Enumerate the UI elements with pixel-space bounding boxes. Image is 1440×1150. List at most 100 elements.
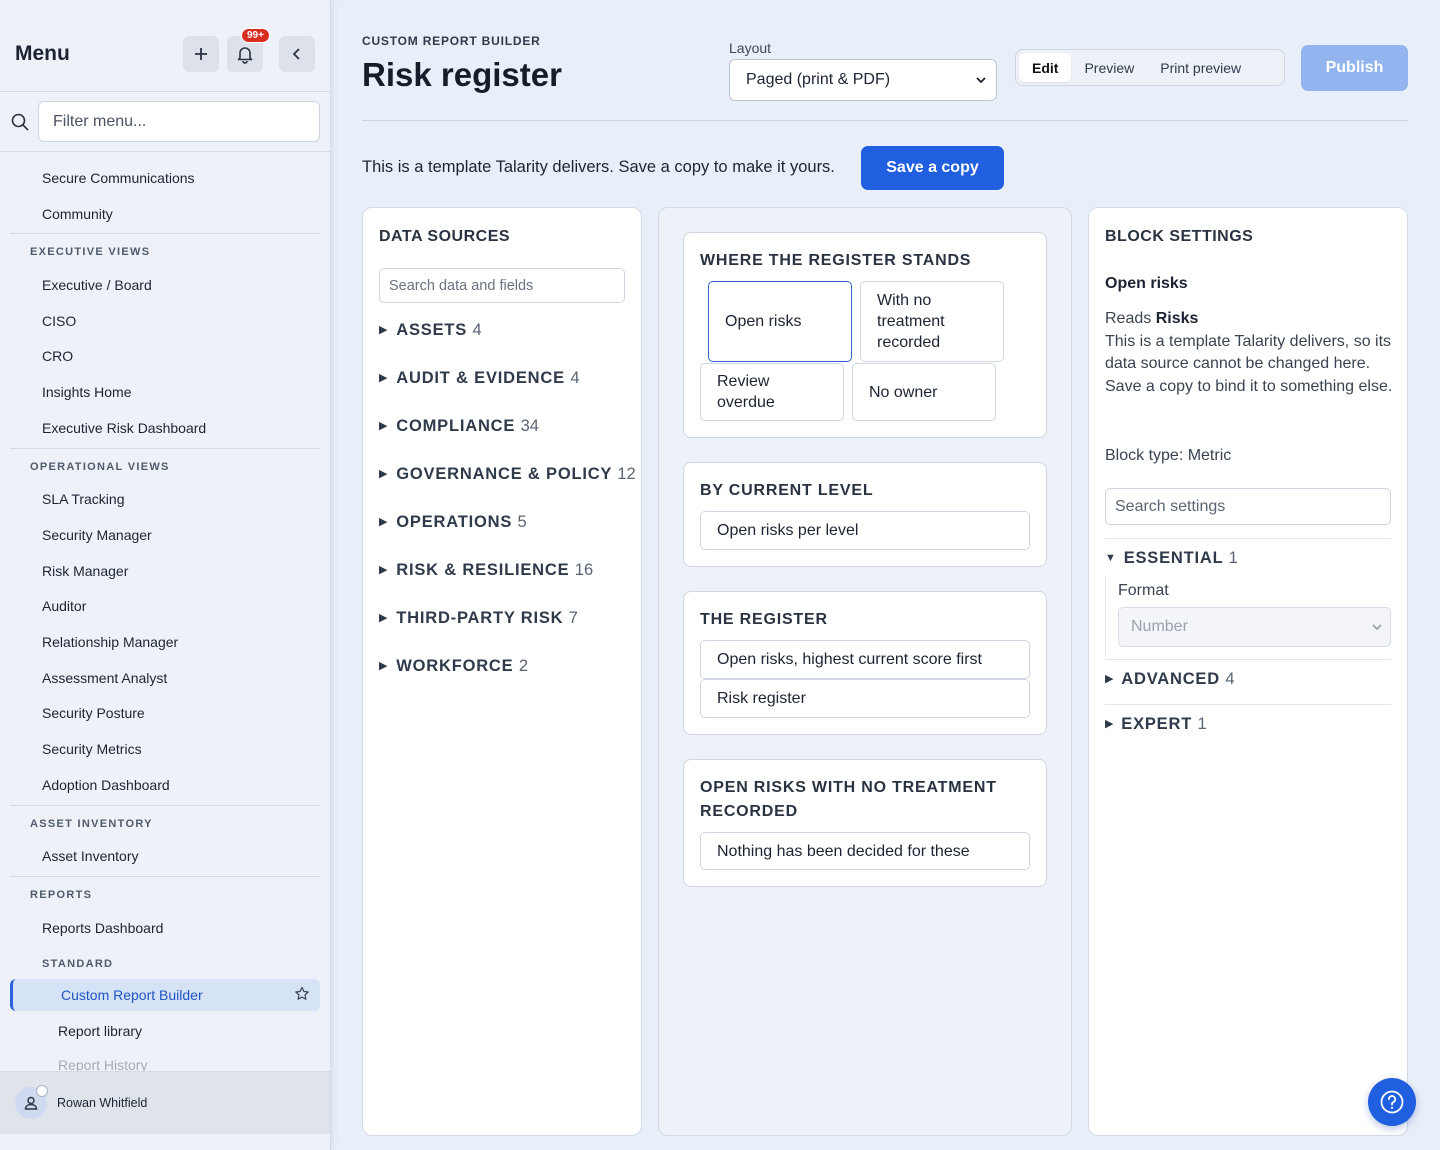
sidebar-item-label: Custom Report Builder <box>61 987 203 1003</box>
search-settings-input[interactable] <box>1105 488 1391 525</box>
data-group-count: 2 <box>518 657 529 675</box>
bell-icon <box>237 47 253 64</box>
block-settings-title: BLOCK SETTINGS <box>1105 228 1254 245</box>
data-group-count: 4 <box>472 321 482 339</box>
block-no-treatment[interactable]: With no treatment recorded <box>860 281 1004 362</box>
sidebar-item-security-posture[interactable]: Security Posture <box>42 705 145 721</box>
section-title: WHERE THE REGISTER STANDS <box>700 252 972 269</box>
block-nothing-decided[interactable]: Nothing has been decided for these <box>700 832 1030 870</box>
sidebar-item-cro[interactable]: CRO <box>42 348 73 364</box>
format-select[interactable]: Number <box>1118 607 1391 647</box>
data-group-risk-resilience[interactable]: ▶ RISK & RESILIENCE 16 <box>379 561 593 580</box>
data-sources-title: DATA SOURCES <box>379 228 511 245</box>
canvas-section[interactable]: BY CURRENT LEVEL Open risks per level <box>683 462 1047 567</box>
template-notice: This is a template Talarity delivers. Sa… <box>362 158 835 176</box>
canvas-section[interactable]: OPEN RISKS WITH NO TREATMENT RECORDED No… <box>683 759 1047 887</box>
nav-section-executive-views: EXECUTIVE VIEWS <box>30 246 151 258</box>
sidebar-item-relationship-manager[interactable]: Relationship Manager <box>42 634 178 650</box>
sidebar-item-executive-board[interactable]: Executive / Board <box>42 277 152 293</box>
section-title: OPEN RISKS WITH NO TREATMENT RECORDED <box>700 779 997 820</box>
sidebar-item-sla-tracking[interactable]: SLA Tracking <box>42 491 125 507</box>
expand-icon: ▶ <box>379 372 389 384</box>
data-group-operations[interactable]: ▶ OPERATIONS 5 <box>379 513 527 532</box>
notification-badge: 99+ <box>241 28 270 43</box>
star-icon[interactable] <box>294 986 310 1002</box>
sidebar-item-custom-report-builder[interactable]: Custom Report Builder <box>10 979 320 1011</box>
tab-preview[interactable]: Preview <box>1071 53 1147 82</box>
settings-group-count: 1 <box>1228 549 1238 567</box>
report-canvas: WHERE THE REGISTER STANDS Open risks Wit… <box>658 207 1072 1136</box>
block-risk-register[interactable]: Risk register <box>700 679 1030 718</box>
sidebar-item-auditor[interactable]: Auditor <box>42 598 86 614</box>
tab-print-preview[interactable]: Print preview <box>1147 53 1254 82</box>
sidebar-item-security-manager[interactable]: Security Manager <box>42 527 152 543</box>
data-group-assets[interactable]: ▶ ASSETS 4 <box>379 321 482 340</box>
data-group-third-party-risk[interactable]: ▶ THIRD-PARTY RISK 7 <box>379 609 578 628</box>
help-button[interactable] <box>1368 1078 1416 1126</box>
data-group-count: 34 <box>520 417 539 435</box>
sidebar-item-report-library[interactable]: Report library <box>58 1023 142 1039</box>
block-no-owner[interactable]: No owner <box>852 363 996 421</box>
expand-icon: ▶ <box>1105 718 1115 730</box>
block-open-risks-highest-score[interactable]: Open risks, highest current score first <box>700 640 1030 679</box>
data-group-compliance[interactable]: ▶ COMPLIANCE 34 <box>379 417 539 436</box>
sidebar-nav: Secure Communications Community EXECUTIV… <box>0 152 330 1071</box>
save-copy-button[interactable]: Save a copy <box>861 146 1004 190</box>
layout-select[interactable]: Paged (print & PDF) <box>729 59 997 101</box>
user-icon <box>24 1096 38 1110</box>
section-title: BY CURRENT LEVEL <box>700 482 874 499</box>
data-group-name: COMPLIANCE <box>396 417 516 435</box>
layout-label: Layout <box>729 40 772 56</box>
sidebar-search <box>0 92 330 152</box>
settings-group-expert[interactable]: ▶ EXPERT 1 <box>1105 715 1207 734</box>
nav-divider <box>10 448 320 449</box>
sidebar-item-adoption-dashboard[interactable]: Adoption Dashboard <box>42 777 170 793</box>
block-open-risks[interactable]: Open risks <box>708 281 852 362</box>
mode-switcher: Edit Preview Print preview <box>1015 49 1285 86</box>
collapse-sidebar-button[interactable] <box>279 36 315 72</box>
collapse-icon: ▼ <box>1105 552 1117 564</box>
settings-divider <box>1105 538 1391 539</box>
sidebar-item-reports-dashboard[interactable]: Reports Dashboard <box>42 920 163 936</box>
data-search-input[interactable] <box>379 268 625 303</box>
nav-divider <box>10 876 320 877</box>
data-group-workforce[interactable]: ▶ WORKFORCE 2 <box>379 657 528 676</box>
block-review-overdue[interactable]: Review overdue <box>700 363 844 421</box>
data-group-name: OPERATIONS <box>396 513 513 531</box>
header-divider <box>362 120 1408 121</box>
filter-menu-input[interactable] <box>38 101 320 142</box>
sidebar-item-executive-risk-dashboard[interactable]: Executive Risk Dashboard <box>42 420 206 436</box>
data-group-name: GOVERNANCE & POLICY <box>396 465 612 483</box>
block-name: Open risks <box>1105 275 1188 292</box>
sidebar-item-secure-communications[interactable]: Secure Communications <box>42 170 195 186</box>
sidebar-item-community[interactable]: Community <box>42 206 113 222</box>
sidebar-item-assessment-analyst[interactable]: Assessment Analyst <box>42 670 167 686</box>
data-group-count: 4 <box>570 369 580 387</box>
block-settings-panel: BLOCK SETTINGS Open risks Reads Risks Th… <box>1088 207 1408 1136</box>
user-name: Rowan Whitfield <box>57 1096 148 1110</box>
publish-button[interactable]: Publish <box>1301 45 1408 91</box>
sidebar-item-security-metrics[interactable]: Security Metrics <box>42 741 142 757</box>
sidebar-item-risk-manager[interactable]: Risk Manager <box>42 563 128 579</box>
canvas-section[interactable]: WHERE THE REGISTER STANDS Open risks Wit… <box>683 232 1047 438</box>
sidebar-item-report-history[interactable]: Report History <box>58 1057 147 1071</box>
canvas-section[interactable]: THE REGISTER Open risks, highest current… <box>683 591 1047 735</box>
sidebar-item-asset-inventory[interactable]: Asset Inventory <box>42 848 139 864</box>
data-group-governance-policy[interactable]: ▶ GOVERNANCE & POLICY 12 <box>379 465 636 484</box>
settings-group-essential[interactable]: ▼ ESSENTIAL 1 <box>1105 549 1238 568</box>
settings-group-advanced[interactable]: ▶ ADVANCED 4 <box>1105 670 1235 689</box>
data-group-count: 12 <box>617 465 636 483</box>
block-open-risks-per-level[interactable]: Open risks per level <box>700 511 1030 550</box>
expand-icon: ▶ <box>379 612 389 624</box>
reads-source: Risks <box>1155 310 1199 327</box>
user-footer[interactable]: Rowan Whitfield <box>0 1071 330 1134</box>
main-content: CUSTOM REPORT BUILDER Risk register Layo… <box>331 0 1440 1150</box>
sidebar-item-insights-home[interactable]: Insights Home <box>42 384 131 400</box>
data-group-name: ASSETS <box>396 321 468 339</box>
sidebar-item-ciso[interactable]: CISO <box>42 313 76 329</box>
group-indent-line <box>1105 577 1106 657</box>
nav-section-operational-views: OPERATIONAL VIEWS <box>30 461 170 473</box>
data-group-audit-evidence[interactable]: ▶ AUDIT & EVIDENCE 4 <box>379 369 580 388</box>
tab-edit[interactable]: Edit <box>1019 53 1072 82</box>
add-button[interactable] <box>183 36 219 72</box>
